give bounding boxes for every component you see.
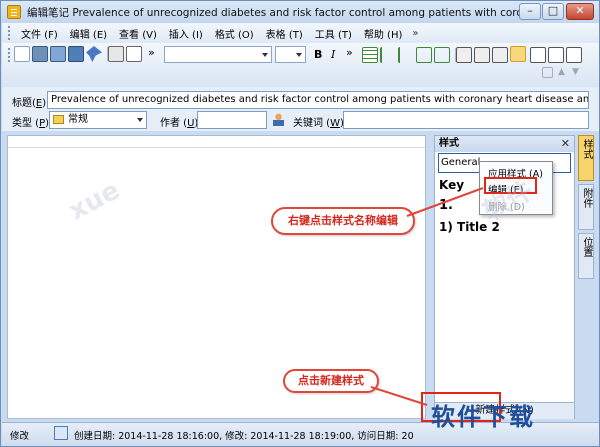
callout-new-hint: 点击新建样式 [283,369,379,393]
menu-edit[interactable]: 编辑 (E) [64,26,113,41]
watermark: xue [64,175,125,227]
menu-bar: 文件 (F) 编辑 (E) 查看 (V) 插入 (I) 格式 (O) 表格 (T… [2,23,599,43]
keyword-label-text: 关键词 [293,118,323,129]
close-button[interactable]: ✕ [566,3,594,20]
maximize-button[interactable]: □ [542,3,564,20]
author-accesskey: U [187,118,195,129]
status-mode: 修改 [10,431,30,442]
layout-columns-icon[interactable] [492,47,508,63]
title-label-text: 标题 [12,98,32,109]
type-label: 类型 (P) [12,118,50,129]
toolbar-grip[interactable] [8,48,11,62]
font-name-dropdown[interactable] [164,46,272,63]
type-accesskey: P [39,118,46,129]
toolbar-grip[interactable] [8,26,11,40]
author-field[interactable] [197,111,267,129]
fullscreen-icon[interactable] [566,47,582,63]
keyword-field[interactable] [343,111,589,129]
close-icon[interactable]: ✕ [561,136,570,152]
callout-new-arrow [370,386,428,406]
italic-icon[interactable]: I [331,48,335,61]
author-label-text: 作者 [160,118,180,129]
arrow-down-icon[interactable]: ▼ [572,67,579,77]
window-title: 编辑笔记 Prevalence of unrecognized diabetes… [27,6,527,19]
type-dropdown[interactable]: 常规 [49,111,147,129]
font-size-dropdown[interactable] [275,46,306,63]
tab-styles[interactable]: 样式 [578,135,594,181]
export-icon[interactable] [68,46,84,62]
menu-help[interactable]: 帮助 (H) [358,26,409,41]
overflow-chevron-icon[interactable]: » [346,46,353,59]
style-panel-title: 样式 [439,138,459,149]
menu-insert[interactable]: 插入 (I) [163,26,209,41]
editor-window: 编辑笔记 Prevalence of unrecognized diabetes… [0,0,600,447]
selected-style: General [441,157,481,168]
pin-icon[interactable] [86,46,102,62]
menu-table[interactable]: 表格 (T) [260,26,309,41]
insert-row-icon[interactable] [380,47,396,63]
keyword-accesskey: W [330,118,340,129]
layout-icon[interactable] [456,47,472,63]
tab-attachments-label: 附件 [581,188,592,208]
overflow-chevron-icon[interactable]: » [412,28,418,39]
note-properties: 标题(E) Prevalence of unrecognized diabete… [2,87,599,131]
checkbox-icon[interactable] [542,67,553,78]
status-dates: 创建日期: 2014-11-28 18:16:00, 修改: 2014-11-2… [74,431,414,442]
view-icon[interactable] [530,47,546,63]
menu-view[interactable]: 查看 (V) [113,26,163,41]
menu-format[interactable]: 格式 (O) [209,26,260,41]
watermark-text: 软件下载 [431,403,535,431]
split-cells-icon[interactable] [434,47,450,63]
merge-cells-icon[interactable] [416,47,432,63]
callout-edit-arrow [406,187,484,217]
author-label: 作者 (U) [160,118,198,129]
menu-file[interactable]: 文件 (F) [15,26,64,41]
print-preview-icon[interactable] [126,46,142,62]
type-label-text: 类型 [12,118,32,129]
menu-tools[interactable]: 工具 (T) [309,26,358,41]
person-icon[interactable] [273,113,284,126]
site-watermark-logo: 软件下载 [431,397,535,432]
tab-location-label: 位置 [581,237,592,257]
overflow-chevron-icon[interactable]: » [148,46,155,59]
tab-location[interactable]: 位置 [578,233,594,279]
keyword-label: 关键词 (W) [293,118,344,129]
layout-split-icon[interactable] [474,47,490,63]
ruler [8,136,425,148]
spellcheck-icon[interactable] [54,426,68,440]
title-bar: 编辑笔记 Prevalence of unrecognized diabetes… [1,1,599,23]
title-accesskey: E [35,98,43,109]
insert-column-icon[interactable] [398,47,414,63]
tab-attachments[interactable]: 附件 [578,184,594,230]
minimize-button[interactable]: – [519,3,541,20]
table-icon[interactable] [362,47,378,63]
view-alt-icon[interactable] [548,47,564,63]
note-app-icon [7,5,21,19]
save-all-icon[interactable] [50,46,66,62]
folder-icon [53,115,64,124]
arrow-up-icon[interactable]: ▲ [558,67,565,77]
print-icon[interactable] [108,46,124,62]
style-panel-header: 样式 ✕ [435,136,574,152]
tab-styles-label: 样式 [581,139,592,159]
style-panel-icon[interactable] [510,46,526,62]
toolbar: » B I » ▲ ▼ [2,43,599,87]
bold-icon[interactable]: B [314,48,322,61]
new-note-icon[interactable] [14,46,30,62]
save-icon[interactable] [32,46,48,62]
title-field[interactable]: Prevalence of unrecognized diabetes and … [47,91,589,109]
callout-edit-hint: 右键点击样式名称编辑 [271,207,415,235]
title-label: 标题(E) [12,98,47,109]
type-value: 常规 [68,114,88,125]
